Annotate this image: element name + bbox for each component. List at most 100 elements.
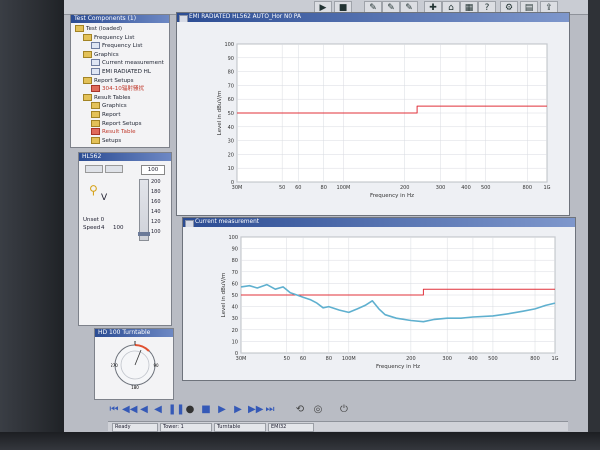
y-tick-label: 50 xyxy=(232,293,238,299)
x-tick-label: 500 xyxy=(481,185,491,191)
x-tick-label: 400 xyxy=(461,185,471,191)
status-cell-4: EMI32 xyxy=(268,423,314,432)
tree-item[interactable]: Result Tables xyxy=(83,93,130,102)
status-bar: Ready Tower: 1 Turntable EMI32 xyxy=(108,421,568,432)
target-icon[interactable]: ◎ xyxy=(312,404,324,416)
tree-item[interactable]: Frequency List xyxy=(91,42,142,50)
x-tick-label: 1G xyxy=(551,356,558,362)
tree-item-label: Report xyxy=(102,112,121,118)
skip-forward-icon[interactable]: ⏭ xyxy=(264,404,276,416)
chart-window-1-title-text: EMI RADIATED HL562 AUTO_Hor N0 PA xyxy=(189,14,301,20)
y-axis-label: Level in dBuV/m xyxy=(221,273,227,318)
tree-item[interactable]: Setups xyxy=(91,136,121,145)
tree-item[interactable]: 304-10辐射骚扰 xyxy=(91,85,144,93)
chart-window-1-title: EMI RADIATED HL562 AUTO_Hor N0 PA xyxy=(177,13,569,22)
tree-item[interactable]: Report Setups xyxy=(83,76,134,85)
y-tick-label: 100 xyxy=(228,235,238,241)
pause-icon[interactable]: ❚❚ xyxy=(168,404,185,416)
x-axis-label: Frequency in Hz xyxy=(376,364,420,370)
tree-item-label: Graphics xyxy=(102,103,127,110)
device-value-box[interactable]: 100 xyxy=(141,165,165,175)
tree-item[interactable]: Frequency List xyxy=(83,33,134,42)
red-doc-icon xyxy=(91,128,100,136)
monitor-bezel-bottom xyxy=(0,432,600,450)
sync-icon[interactable]: ⟲ xyxy=(294,404,306,416)
folder-icon xyxy=(91,102,100,110)
folder-icon xyxy=(83,76,92,84)
chart-window-2-title-text: Current measurement xyxy=(195,219,260,225)
y-tick-label: 60 xyxy=(232,281,238,287)
x-tick-label: 80 xyxy=(326,356,332,362)
monitor-bezel-right xyxy=(588,0,600,450)
unit-label: V xyxy=(101,193,108,203)
test-components-panel: Test Components (1) Test (loaded) Frequen… xyxy=(70,14,170,148)
x-axis-label: Frequency in Hz xyxy=(370,193,414,199)
chart-window-2[interactable]: Current measurement 0 10 20 30 40 50 60 70 80 90 1… xyxy=(182,217,576,381)
folder-icon xyxy=(83,50,92,58)
step-forward-icon[interactable]: ▶ xyxy=(232,404,244,416)
level-tick-label: 200 xyxy=(151,179,161,185)
stop-icon[interactable]: ■ xyxy=(200,404,212,416)
prev-icon[interactable]: ◀ xyxy=(152,404,164,416)
height-slider[interactable] xyxy=(138,179,150,241)
tree-item[interactable]: Report Setups xyxy=(91,119,142,128)
y-tick-label: 90 xyxy=(228,56,234,62)
chart-2-plot: 010203040506070809010030M 50 60 80 100M 200 30… xyxy=(221,235,559,370)
y-tick-label: 40 xyxy=(228,125,234,131)
status-cell-2: Tower: 1 xyxy=(160,423,212,432)
level-tick-label: 100 xyxy=(151,229,161,235)
speed-extra: 100 xyxy=(113,225,124,231)
turntable-dial[interactable]: 0 90 180 270 xyxy=(111,341,159,389)
tree-item[interactable]: Test (loaded) xyxy=(75,25,122,33)
tree-item[interactable]: Graphics xyxy=(83,50,119,59)
chart-window-1[interactable]: EMI RADIATED HL562 AUTO_Hor N0 PA 0 10 20 3… xyxy=(176,12,570,216)
tree-item-label: Test (loaded) xyxy=(86,26,123,32)
tree-item-label: Report Setups xyxy=(102,120,142,127)
tree-item-label: Frequency List xyxy=(102,43,143,50)
height-slider-thumb[interactable] xyxy=(138,232,150,236)
dial-label-270: 270 xyxy=(111,363,118,368)
y-tick-label: 90 xyxy=(232,247,238,253)
tree-item-label: 304-10辐射骚扰 xyxy=(102,86,145,93)
device-up-button[interactable] xyxy=(85,165,103,173)
back-icon[interactable]: ◀ xyxy=(138,404,150,416)
device-down-button[interactable] xyxy=(105,165,123,173)
tree-item-label: Graphics xyxy=(94,51,119,58)
tree-item[interactable]: EMI RADIATED HL xyxy=(91,68,151,76)
play-icon[interactable]: ▶ xyxy=(216,404,228,416)
level-tick-label: 160 xyxy=(151,199,161,205)
folder-icon xyxy=(83,33,92,41)
turntable-title: HD 100 Turntable xyxy=(95,329,173,337)
x-tick-label: 50 xyxy=(284,356,290,362)
red-doc-icon xyxy=(91,85,100,93)
tree-item-label: EMI RADIATED HL xyxy=(102,69,151,75)
y-tick-label: 20 xyxy=(228,152,234,158)
x-tick-label: 800 xyxy=(522,185,532,191)
power-icon[interactable]: ⏻ xyxy=(338,404,350,416)
y-tick-label: 10 xyxy=(228,166,234,172)
y-tick-label: 60 xyxy=(228,97,234,103)
y-tick-label: 20 xyxy=(232,328,238,334)
tree-item[interactable]: Report xyxy=(91,111,121,119)
tree-item[interactable]: Graphics xyxy=(91,102,127,110)
y-tick-label: 30 xyxy=(228,139,234,145)
window-icon xyxy=(185,219,194,227)
step-back-icon[interactable]: ◀◀ xyxy=(122,404,137,416)
status-cell-1: Ready xyxy=(112,423,158,432)
x-tick-label: 100M xyxy=(342,356,356,362)
x-tick-label: 50 xyxy=(279,185,285,191)
record-icon[interactable]: ● xyxy=(184,404,196,416)
y-tick-label: 70 xyxy=(228,83,234,89)
skip-back-icon[interactable]: ⏮ xyxy=(108,404,120,416)
x-tick-label: 400 xyxy=(468,356,478,362)
tree-item[interactable]: Current measurement xyxy=(91,59,164,67)
x-tick-label: 200 xyxy=(400,185,410,191)
chart-1-plot: 010203040506070809010030M 50 60 80 100M 200 30… xyxy=(217,42,551,199)
x-tick-label: 1G xyxy=(543,185,550,191)
tree-item[interactable]: Result Table xyxy=(91,128,136,136)
forward-icon[interactable]: ▶▶ xyxy=(248,404,263,416)
folder-icon xyxy=(91,119,100,127)
speed-label: Speed xyxy=(83,225,101,231)
level-tick-label: 140 xyxy=(151,209,161,215)
speed-value: 4 xyxy=(101,225,105,231)
